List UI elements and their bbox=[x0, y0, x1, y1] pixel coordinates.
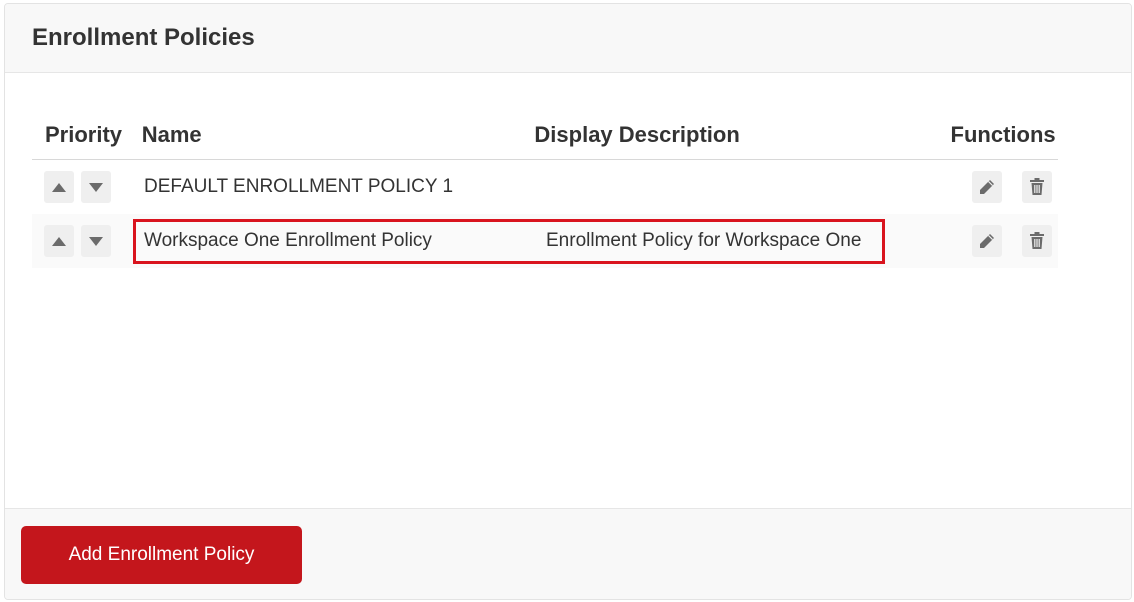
table-header: Priority Name Display Description Functi… bbox=[32, 111, 1058, 160]
policy-table: Priority Name Display Description Functi… bbox=[32, 111, 1058, 268]
function-controls bbox=[972, 171, 1058, 203]
trash-icon bbox=[1030, 232, 1044, 249]
pencil-icon bbox=[980, 180, 994, 194]
move-up-button[interactable] bbox=[44, 225, 74, 257]
add-enrollment-policy-button[interactable]: Add Enrollment Policy bbox=[21, 526, 302, 584]
policy-name: Workspace One Enrollment Policy bbox=[144, 230, 432, 251]
function-controls bbox=[972, 225, 1058, 257]
delete-button[interactable] bbox=[1022, 171, 1052, 203]
triangle-up-icon bbox=[52, 182, 66, 192]
column-header-description: Display Description bbox=[534, 122, 740, 147]
panel-footer: Add Enrollment Policy bbox=[5, 508, 1131, 599]
pencil-icon bbox=[980, 234, 994, 248]
policy-name: DEFAULT ENROLLMENT POLICY 1 bbox=[144, 176, 454, 197]
delete-button[interactable] bbox=[1022, 225, 1052, 257]
move-up-button[interactable] bbox=[44, 171, 74, 203]
priority-controls bbox=[32, 171, 144, 203]
panel-header: Enrollment Policies bbox=[5, 4, 1131, 73]
table-row: Workspace One Enrollment Policy Enrollme… bbox=[32, 214, 1058, 268]
policy-description: Enrollment Policy for Workspace One bbox=[546, 230, 862, 251]
column-header-name: Name bbox=[141, 122, 202, 147]
move-down-button[interactable] bbox=[81, 171, 111, 203]
triangle-up-icon bbox=[52, 236, 66, 246]
trash-icon bbox=[1030, 178, 1044, 195]
edit-button[interactable] bbox=[972, 171, 1002, 203]
edit-button[interactable] bbox=[972, 225, 1002, 257]
panel-body: Priority Name Display Description Functi… bbox=[5, 73, 1131, 509]
priority-controls bbox=[32, 225, 144, 257]
panel-title: Enrollment Policies bbox=[32, 24, 255, 51]
table-row: DEFAULT ENROLLMENT POLICY 1 bbox=[32, 160, 1058, 214]
move-down-button[interactable] bbox=[81, 225, 111, 257]
triangle-down-icon bbox=[89, 182, 103, 192]
enrollment-policies-panel: Enrollment Policies Priority Name Displa… bbox=[4, 3, 1132, 600]
column-header-priority: Priority bbox=[45, 122, 123, 147]
column-header-functions: Functions bbox=[950, 122, 1056, 147]
triangle-down-icon bbox=[89, 236, 103, 246]
